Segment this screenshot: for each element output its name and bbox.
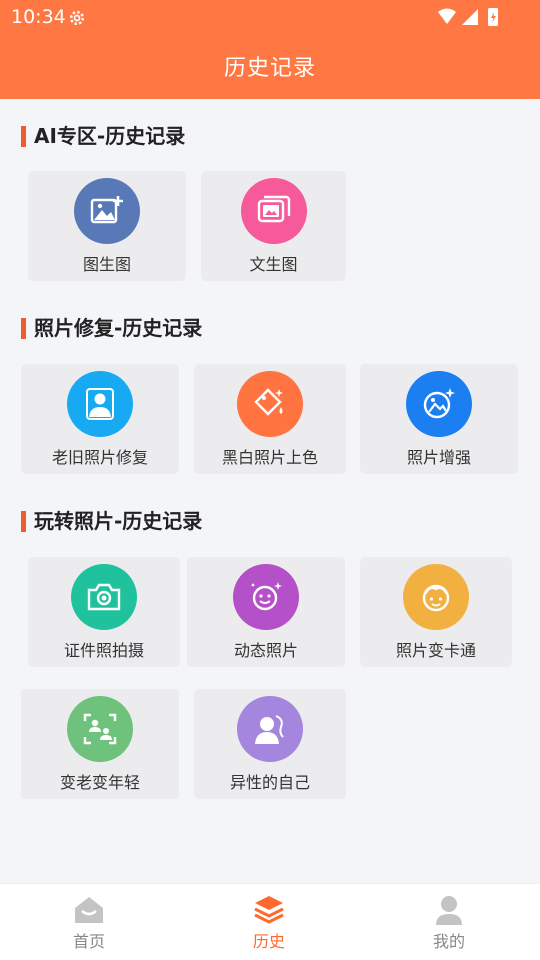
card-photo-enhance[interactable]: 照片增强: [360, 364, 518, 474]
user-icon: [436, 896, 462, 925]
card-label: 照片增强: [406, 448, 471, 467]
paint-bucket-icon: [237, 371, 303, 437]
face-scan-icon: [67, 696, 133, 762]
card-label: 老旧照片修复: [51, 448, 148, 467]
tab-label: 我的: [432, 932, 465, 951]
card-label: 文生图: [249, 255, 298, 274]
tab-profile[interactable]: 我的: [399, 884, 499, 960]
page-title: 历史记录: [223, 56, 316, 81]
gender-profile-icon: [237, 696, 303, 762]
tab-label: 历史: [252, 932, 285, 951]
card-cartoonize[interactable]: 照片变卡通: [360, 557, 512, 667]
home-icon: [75, 897, 103, 923]
app-header: 10:34 历史记录: [0, 0, 540, 99]
card-opposite-gender[interactable]: 异性的自己: [194, 689, 346, 799]
section-title-ai: AI专区-历史记录: [21, 124, 185, 148]
images-icon: [240, 178, 307, 244]
section-title-photo-repair: 照片修复-历史记录: [21, 316, 202, 340]
image-sparkle-icon: [406, 371, 472, 437]
tab-label: 首页: [72, 932, 105, 951]
card-label: 照片变卡通: [395, 641, 476, 660]
card-age-change[interactable]: 变老变年轻: [21, 689, 179, 799]
card-label: 黑白照片上色: [221, 448, 318, 467]
status-time: 10:34: [11, 6, 66, 28]
card-live-photo[interactable]: 动态照片: [187, 557, 345, 667]
section-title-photo-fun: 玩转照片-历史记录: [21, 509, 202, 533]
smiley-planet-icon: [233, 564, 299, 630]
card-id-photo[interactable]: 证件照拍摄: [28, 557, 180, 667]
cartoon-face-icon: [403, 564, 469, 630]
layers-icon: [254, 896, 284, 924]
image-add-icon: [74, 178, 140, 244]
status-bar: 10:34: [0, 0, 540, 36]
bottom-nav: 首页 历史 我的: [0, 883, 540, 960]
card-label: 变老变年轻: [59, 773, 140, 792]
card-label: 图生图: [82, 255, 131, 274]
wifi-icon: [438, 8, 456, 24]
settings-gear-icon: [69, 10, 85, 26]
card-old-photo-restore[interactable]: 老旧照片修复: [21, 364, 179, 474]
card-label: 动态照片: [233, 641, 298, 660]
signal-icon: [462, 9, 478, 25]
card-label: 异性的自己: [229, 773, 310, 792]
tab-home[interactable]: 首页: [39, 884, 139, 960]
tab-history[interactable]: 历史: [219, 884, 319, 960]
camera-icon: [71, 564, 137, 630]
person-portrait-icon: [67, 371, 133, 437]
status-icons: [438, 8, 498, 26]
card-label: 证件照拍摄: [63, 641, 144, 660]
card-text-to-image[interactable]: 文生图: [201, 171, 346, 281]
card-image-to-image[interactable]: 图生图: [28, 171, 186, 281]
card-colorize-bw[interactable]: 黑白照片上色: [194, 364, 346, 474]
